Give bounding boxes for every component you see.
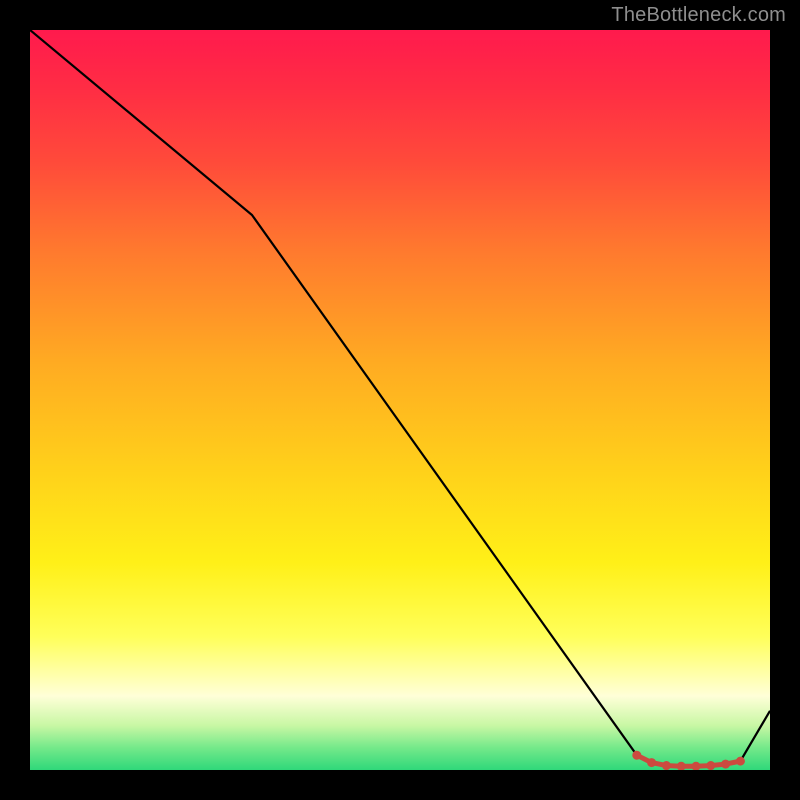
marker-dot <box>632 751 641 760</box>
marker-group <box>632 751 745 770</box>
marker-dot <box>706 761 715 770</box>
marker-dot <box>677 762 686 770</box>
marker-dot <box>692 762 701 770</box>
marker-dot <box>662 761 671 770</box>
marker-dot <box>721 760 730 769</box>
marker-dot <box>647 758 656 767</box>
attribution-label: TheBottleneck.com <box>611 4 786 27</box>
chart-container: TheBottleneck.com <box>0 0 800 800</box>
chart-svg <box>30 30 770 770</box>
plot-area <box>30 30 770 770</box>
series-curve <box>30 30 770 766</box>
marker-dot <box>736 757 745 766</box>
